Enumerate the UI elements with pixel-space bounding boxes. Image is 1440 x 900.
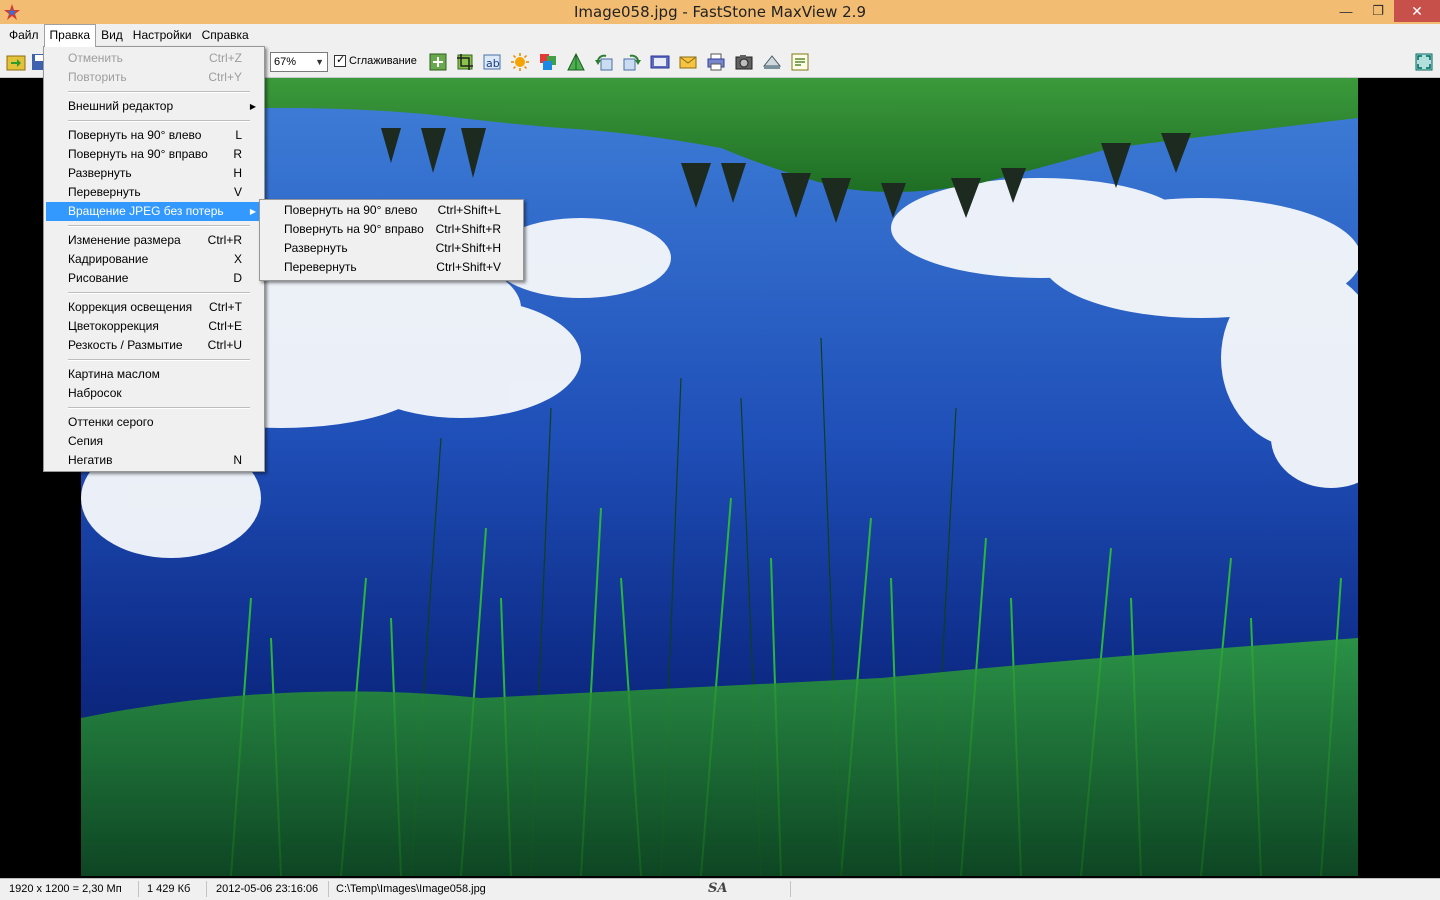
- smoothing-label: Сглаживание: [349, 55, 417, 67]
- menu-sharpen-blur[interactable]: Резкость / Размытие Ctrl+U: [46, 336, 262, 355]
- rotate-left-icon[interactable]: [594, 52, 614, 72]
- submenu-arrow-icon: ▶: [249, 102, 256, 111]
- menu-rotate-right[interactable]: Повернуть на 90° вправо R: [46, 145, 262, 164]
- submenu-flip-vertical[interactable]: Перевернуть Ctrl+Shift+V: [262, 258, 521, 277]
- title-bar: Image058.jpg - FastStone MaxView 2.9 — ❐…: [0, 0, 1440, 24]
- menu-grayscale[interactable]: Оттенки серого: [46, 413, 262, 432]
- status-datetime: 2012-05-06 23:16:06: [216, 883, 319, 895]
- faststone-logo: SA: [708, 881, 728, 896]
- menu-flip-horizontal[interactable]: Развернуть H: [46, 164, 262, 183]
- menu-undo[interactable]: Отменить Ctrl+Z: [46, 49, 262, 68]
- status-bar: 1920 x 1200 = 2,30 Мп 1 429 Кб 2012-05-0…: [0, 878, 1440, 900]
- brightness-icon[interactable]: [510, 52, 530, 72]
- status-divider: [790, 881, 791, 897]
- svg-text:ab: ab: [486, 57, 500, 70]
- smoothing-checkbox[interactable]: [334, 53, 346, 67]
- menu-separator: [68, 91, 250, 93]
- status-divider: [206, 881, 207, 897]
- submenu-rotate-left[interactable]: Повернуть на 90° влево Ctrl+Shift+L: [262, 201, 521, 220]
- window-title: Image058.jpg - FastStone MaxView 2.9: [574, 3, 866, 21]
- menu-help[interactable]: Справка: [197, 24, 254, 46]
- menu-flip-vertical[interactable]: Перевернуть V: [46, 183, 262, 202]
- print-icon[interactable]: [706, 52, 726, 72]
- menu-edit[interactable]: Правка: [43, 24, 97, 47]
- status-filesize: 1 429 Кб: [147, 883, 191, 895]
- rotate-right-icon[interactable]: [622, 52, 642, 72]
- menu-file[interactable]: Файл: [4, 24, 44, 46]
- smoothing-toggle[interactable]: Сглаживание: [334, 53, 417, 67]
- close-button[interactable]: ✕: [1394, 0, 1440, 22]
- text-icon[interactable]: ab: [482, 52, 502, 72]
- menu-separator: [68, 225, 250, 227]
- menu-separator: [68, 407, 250, 409]
- menu-separator: [68, 359, 250, 361]
- screenshot-icon[interactable]: [734, 52, 754, 72]
- sharpen-icon[interactable]: [566, 52, 586, 72]
- menu-external-editor[interactable]: Внешний редактор ▶: [46, 97, 262, 116]
- menu-lossless-jpeg-rotation[interactable]: Вращение JPEG без потерь ▶: [46, 202, 262, 221]
- menu-color-correction[interactable]: Цветокоррекция Ctrl+E: [46, 317, 262, 336]
- crop-icon[interactable]: [455, 52, 475, 72]
- menu-resize[interactable]: Изменение размера Ctrl+R: [46, 231, 262, 250]
- menu-separator: [68, 120, 250, 122]
- menu-oil-painting[interactable]: Картина маслом: [46, 365, 262, 384]
- menu-draw[interactable]: Рисование D: [46, 269, 262, 288]
- menu-lighting-correction[interactable]: Коррекция освещения Ctrl+T: [46, 298, 262, 317]
- chevron-down-icon: ▼: [315, 57, 324, 67]
- menu-redo[interactable]: Повторить Ctrl+Y: [46, 68, 262, 87]
- menu-rotate-left[interactable]: Повернуть на 90° влево L: [46, 126, 262, 145]
- status-path: C:\Temp\Images\Image058.jpg: [336, 883, 486, 895]
- status-dimensions: 1920 x 1200 = 2,30 Мп: [9, 883, 122, 895]
- menu-separator: [68, 292, 250, 294]
- displayed-photo[interactable]: [81, 78, 1358, 876]
- color-icon[interactable]: [538, 52, 558, 72]
- minimize-button[interactable]: —: [1330, 0, 1362, 22]
- status-divider: [138, 881, 139, 897]
- menu-bar: Файл Правка Вид Настройки Справка: [0, 24, 1440, 47]
- add-icon[interactable]: [428, 52, 448, 72]
- zoom-value: 67%: [274, 56, 297, 68]
- menu-sketch[interactable]: Набросок: [46, 384, 262, 403]
- open-folder-icon[interactable]: [6, 52, 26, 72]
- fullscreen-icon[interactable]: [1414, 52, 1434, 72]
- restore-button[interactable]: ❐: [1362, 0, 1394, 22]
- scanner-icon[interactable]: [762, 52, 782, 72]
- email-icon[interactable]: [678, 52, 698, 72]
- menu-sepia[interactable]: Сепия: [46, 432, 262, 451]
- zoom-select[interactable]: 67% ▼: [270, 52, 328, 72]
- submenu-rotate-right[interactable]: Повернуть на 90° вправо Ctrl+Shift+R: [262, 220, 521, 239]
- submenu-arrow-icon: ▶: [249, 207, 256, 216]
- slideshow-icon[interactable]: [650, 52, 670, 72]
- edit-menu-dropdown: Отменить Ctrl+Z Повторить Ctrl+Y Внешний…: [43, 46, 265, 472]
- menu-settings[interactable]: Настройки: [128, 24, 197, 46]
- menu-negative[interactable]: Негатив N: [46, 451, 262, 470]
- jpeg-rotation-submenu: Повернуть на 90° влево Ctrl+Shift+L Пове…: [259, 199, 524, 281]
- submenu-flip-horizontal[interactable]: Развернуть Ctrl+Shift+H: [262, 239, 521, 258]
- menu-view[interactable]: Вид: [96, 24, 128, 46]
- status-divider: [328, 881, 329, 897]
- menu-crop[interactable]: Кадрирование X: [46, 250, 262, 269]
- settings-icon[interactable]: [790, 52, 810, 72]
